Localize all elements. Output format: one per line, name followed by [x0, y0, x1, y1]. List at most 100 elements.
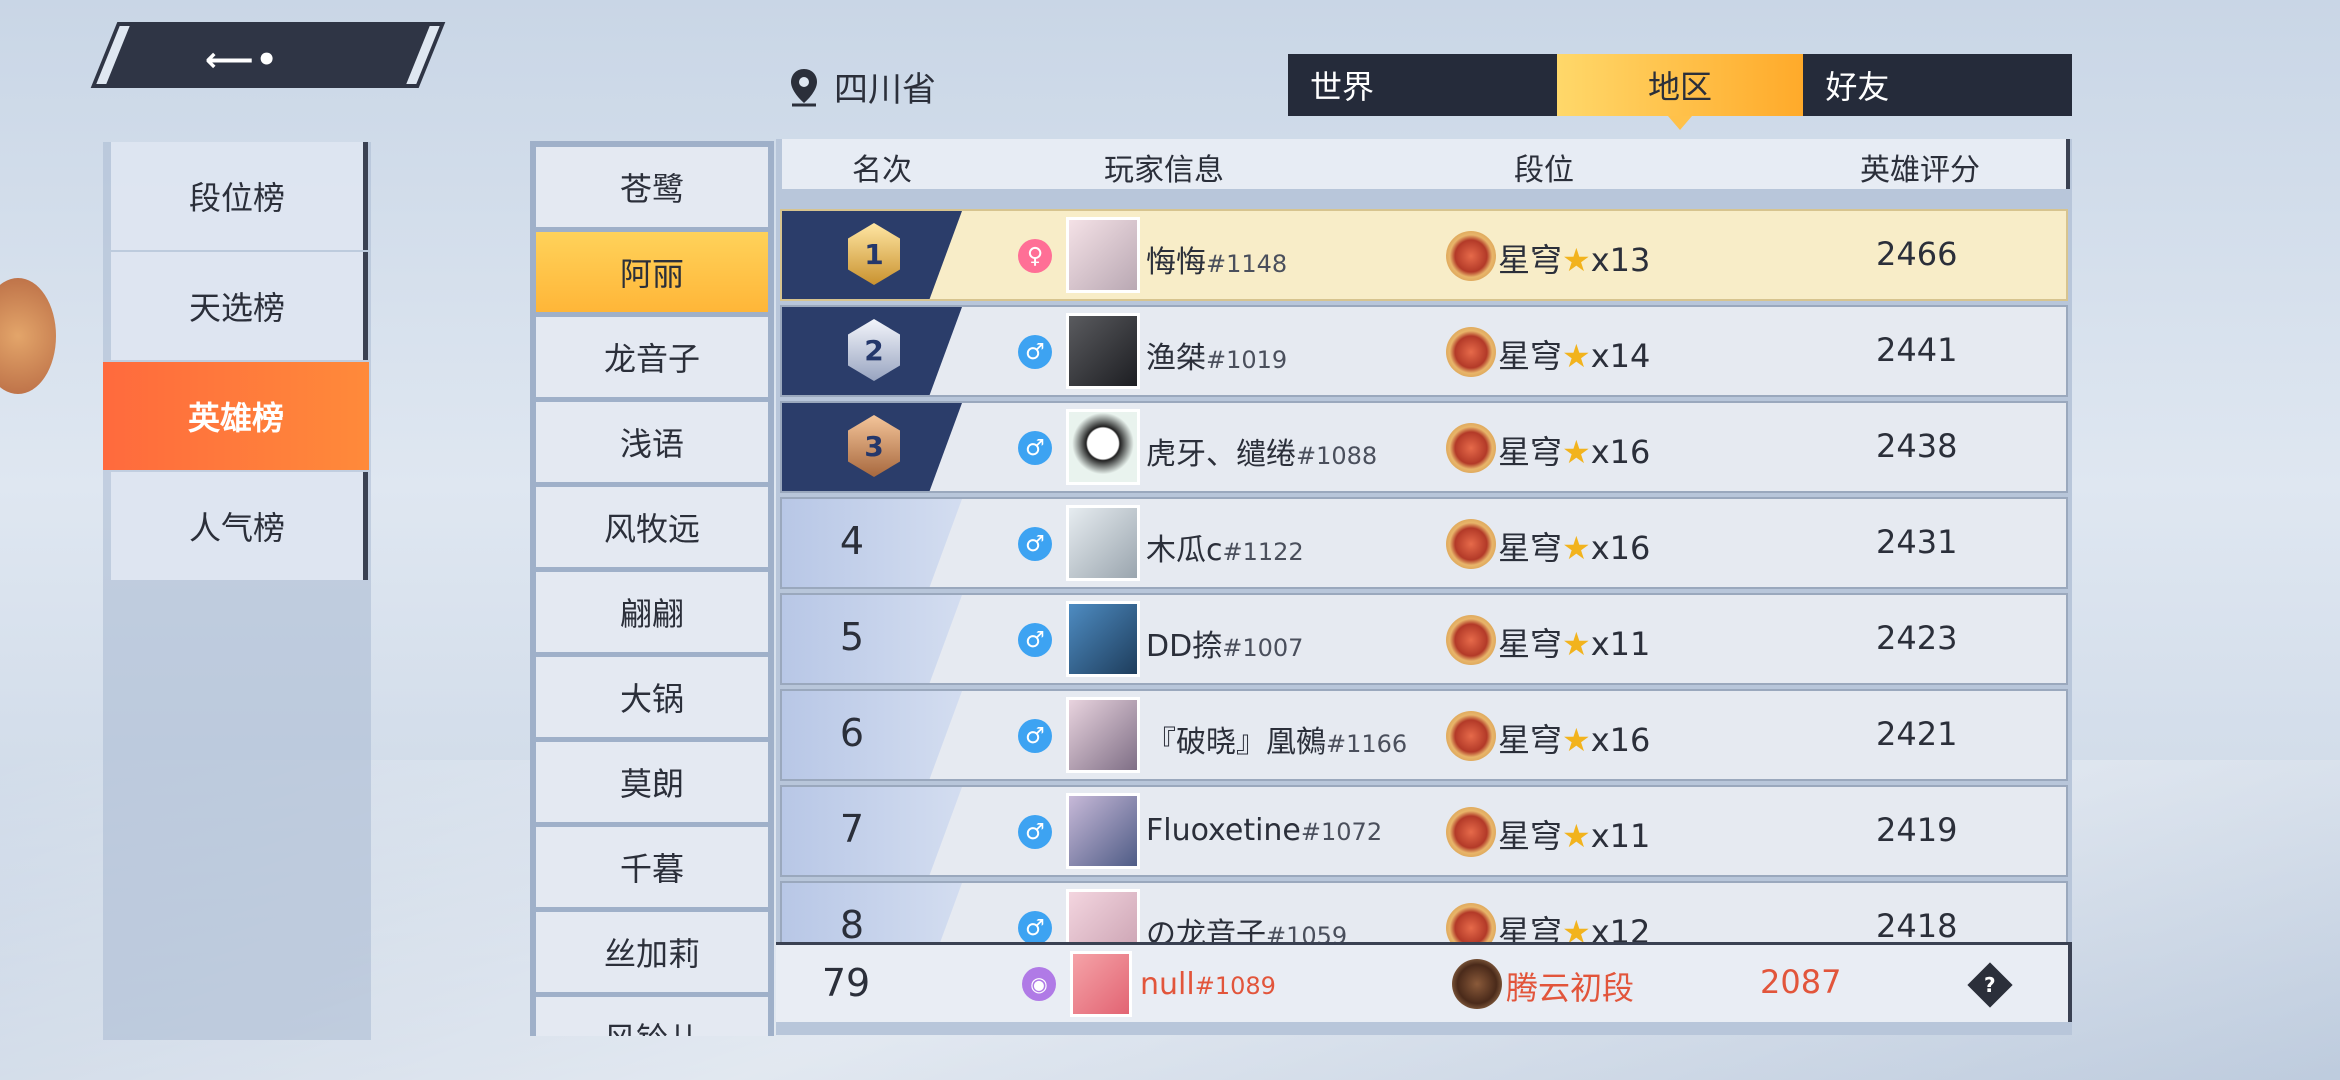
- rank-number: 8: [839, 903, 865, 947]
- avatar[interactable]: [1066, 601, 1140, 677]
- rank-number: 2: [864, 333, 884, 367]
- player-name-text: Fluoxetine: [1146, 813, 1301, 848]
- tab-region[interactable]: 地区: [1556, 54, 1804, 130]
- player-tag: #1148: [1206, 250, 1288, 278]
- rank-number: 1: [864, 237, 884, 271]
- player-tag: #1122: [1222, 538, 1304, 566]
- hero-item[interactable]: 风牧远: [536, 487, 768, 567]
- player-name-text: 虎牙、缱绻: [1146, 437, 1296, 472]
- star-count: x14: [1590, 337, 1651, 375]
- hero-item[interactable]: 千暮: [536, 827, 768, 907]
- hero-score: 2419: [1876, 811, 1958, 849]
- hero-list: 苍鹭 阿丽 龙音子 浅语 风牧远 翩翩 大锅 莫朗 千暮 丝加莉 风铃儿: [530, 141, 774, 1036]
- nav-item-chosen[interactable]: 天选榜: [111, 252, 368, 360]
- avatar[interactable]: [1066, 409, 1140, 485]
- left-category-nav: 段位榜 天选榜 英雄榜 人气榜: [103, 142, 371, 1040]
- nav-item-popular[interactable]: 人气榜: [111, 472, 368, 580]
- tab-friends[interactable]: 好友: [1803, 54, 2072, 116]
- player-name: 木瓜c#1122: [1146, 525, 1304, 569]
- player-name: 虎牙、缱绻#1088: [1146, 429, 1377, 473]
- player-name-text: 木瓜c: [1146, 533, 1223, 568]
- table-row[interactable]: 1 ♀ 悔悔#1148 星穹★x13 2466: [780, 209, 2068, 301]
- table-row[interactable]: 7 ♂ Fluoxetine#1072 星穹★x11 2419: [780, 785, 2068, 877]
- player-name: 渔桀#1019: [1146, 333, 1287, 377]
- tier-icon: [1446, 423, 1496, 473]
- rank-number: 5: [839, 615, 865, 659]
- tier-icon: [1446, 231, 1496, 281]
- header-tier: 段位: [1514, 153, 1574, 188]
- nav-item-rank[interactable]: 段位榜: [111, 142, 368, 250]
- tier-icon: [1446, 519, 1496, 569]
- hero-item[interactable]: 大锅: [536, 657, 768, 737]
- rank-number: 6: [839, 711, 865, 755]
- hero-score: 2418: [1876, 907, 1958, 945]
- player-name: Fluoxetine#1072: [1146, 813, 1382, 848]
- tier-text: 星穹★x16: [1498, 427, 1650, 473]
- star-count: x11: [1590, 817, 1651, 855]
- star-count: x16: [1590, 529, 1651, 567]
- tier-icon: [1446, 327, 1496, 377]
- tier-name: 星穹: [1498, 337, 1563, 375]
- tier-text: 星穹★x14: [1498, 331, 1650, 377]
- hero-item-selected[interactable]: 阿丽: [536, 232, 768, 312]
- hero-item[interactable]: 龙音子: [536, 317, 768, 397]
- player-name-text: DD捺: [1146, 629, 1223, 664]
- my-avatar[interactable]: [1070, 951, 1132, 1017]
- hero-item[interactable]: 浅语: [536, 402, 768, 482]
- my-tier-text: 腾云初段: [1506, 969, 1635, 1007]
- help-icon[interactable]: ?: [1967, 962, 2013, 1008]
- star-icon: ★: [1562, 817, 1591, 855]
- location-indicator: 四川省: [788, 62, 936, 111]
- player-tag: #1019: [1206, 346, 1288, 374]
- hero-item[interactable]: 翩翩: [536, 572, 768, 652]
- tier-text: 星穹★x13: [1498, 235, 1650, 281]
- table-header: 名次 玩家信息 段位 英雄评分: [782, 139, 2070, 189]
- hero-item[interactable]: 风铃儿: [536, 997, 768, 1036]
- player-name: 悔悔#1148: [1146, 237, 1287, 281]
- table-row[interactable]: 5 ♂ DD捺#1007 星穹★x11 2423: [780, 593, 2068, 685]
- player-tag: #1007: [1222, 634, 1304, 662]
- player-name-text: 悔悔: [1146, 245, 1206, 280]
- player-tag: #1088: [1296, 442, 1378, 470]
- tier-text: 星穹★x16: [1498, 715, 1650, 761]
- rank-number: 3: [864, 429, 884, 463]
- avatar[interactable]: [1066, 793, 1140, 869]
- header-score: 英雄评分: [1860, 153, 1980, 188]
- tier-name: 星穹: [1498, 817, 1563, 855]
- eye-hidden-icon[interactable]: ◉: [1022, 967, 1056, 1001]
- rank-number: 7: [839, 807, 865, 851]
- leaderboard-rows: 1 ♀ 悔悔#1148 星穹★x13 2466 2 ♂ 渔桀#1019 星穹★x…: [776, 209, 2072, 1069]
- avatar[interactable]: [1066, 697, 1140, 773]
- hero-score: 2466: [1876, 235, 1958, 273]
- avatar[interactable]: [1066, 505, 1140, 581]
- tab-world[interactable]: 世界: [1288, 54, 1557, 116]
- avatar[interactable]: [1066, 217, 1140, 293]
- player-name-text: 渔桀: [1146, 341, 1206, 376]
- my-name-text: null: [1140, 967, 1195, 1002]
- hero-item[interactable]: 丝加莉: [536, 912, 768, 992]
- player-tag: #1166: [1326, 730, 1408, 758]
- male-icon: ♂: [1018, 335, 1052, 369]
- my-rank-row[interactable]: 79 ◉ null#1089 腾云初段 2087 ?: [776, 942, 2072, 1022]
- treasure-chest-icon[interactable]: [0, 278, 56, 394]
- hero-score: 2438: [1876, 427, 1958, 465]
- hero-score: 2423: [1876, 619, 1958, 657]
- my-player-name: null#1089: [1140, 967, 1276, 1002]
- tier-text: 星穹★x11: [1498, 619, 1650, 665]
- hero-item[interactable]: 苍鹭: [536, 147, 768, 227]
- my-player-tag: #1089: [1194, 972, 1276, 1000]
- back-arrow-icon: ⟵•: [205, 40, 280, 80]
- table-row[interactable]: 4 ♂ 木瓜c#1122 星穹★x16 2431: [780, 497, 2068, 589]
- hero-score: 2441: [1876, 331, 1958, 369]
- player-name: DD捺#1007: [1146, 621, 1303, 665]
- avatar[interactable]: [1066, 313, 1140, 389]
- star-icon: ★: [1562, 529, 1591, 567]
- table-row[interactable]: 3 ♂ 虎牙、缱绻#1088 星穹★x16 2438: [780, 401, 2068, 493]
- male-icon: ♂: [1018, 719, 1052, 753]
- table-row[interactable]: 2 ♂ 渔桀#1019 星穹★x14 2441: [780, 305, 2068, 397]
- location-pin-icon: [791, 68, 817, 106]
- table-row[interactable]: 6 ♂ 『破晓』凰鵺#1166 星穹★x16 2421: [780, 689, 2068, 781]
- hero-item[interactable]: 莫朗: [536, 742, 768, 822]
- tier-icon: [1446, 711, 1496, 761]
- nav-item-hero[interactable]: 英雄榜: [103, 362, 369, 470]
